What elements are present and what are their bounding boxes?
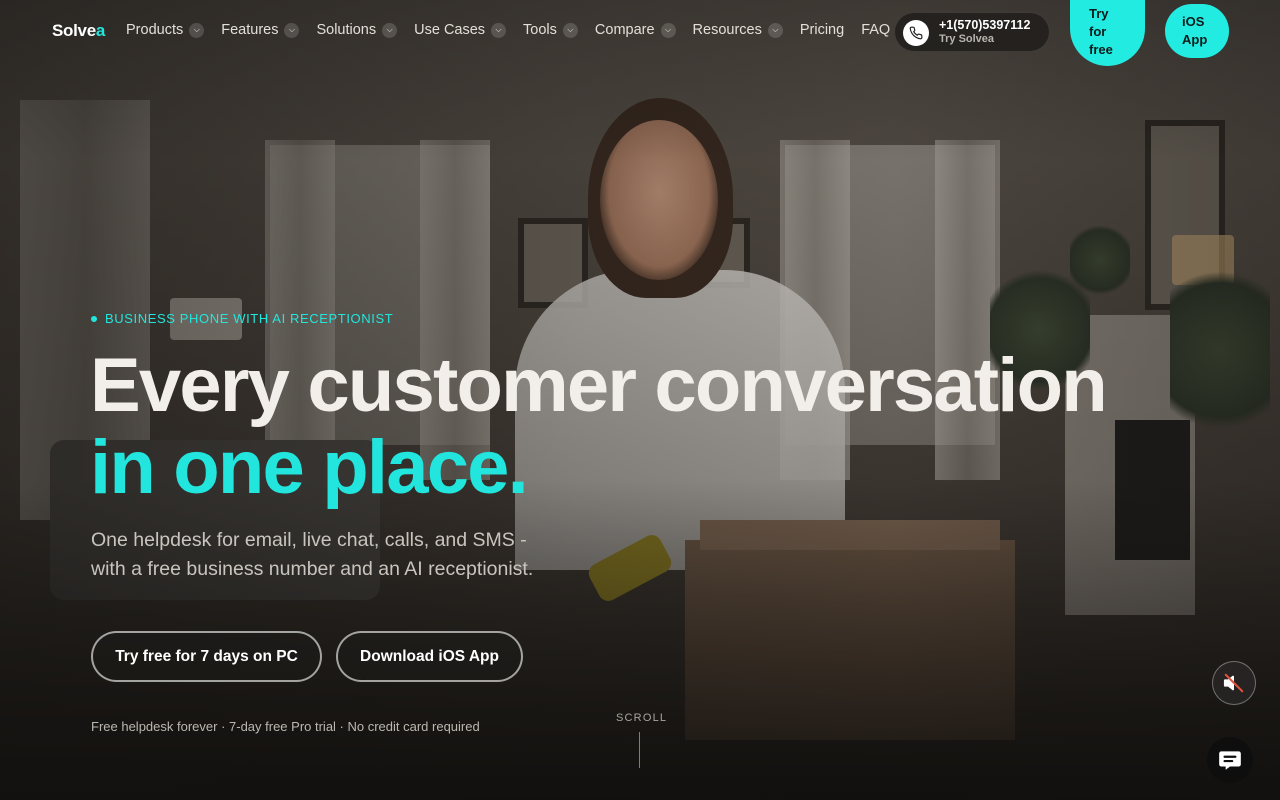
scroll-indicator-line <box>639 732 640 768</box>
try-free-pc-button[interactable]: Try free for 7 days on PC <box>91 631 322 682</box>
phone-number: +1(570)5397112 <box>939 18 1031 32</box>
nav-item-label: Resources <box>692 22 762 38</box>
nav-item-use-cases[interactable]: Use Cases ⌵ <box>414 22 507 38</box>
nav-item-label: Solutions <box>316 22 377 38</box>
nav-item-label: Products <box>126 22 184 38</box>
nav-item-label: Pricing <box>799 22 845 38</box>
nav-item-faq[interactable]: FAQ <box>861 22 890 38</box>
chat-launcher-button[interactable] <box>1207 737 1253 783</box>
speaker-muted-icon <box>1223 673 1244 693</box>
chevron-down-icon: ⌵ <box>660 22 676 38</box>
hero-fineprint: Free helpdesk forever · 7-day free Pro t… <box>91 719 480 734</box>
ios-app-line-1: iOS <box>1182 14 1205 29</box>
nav-item-features[interactable]: Features ⌵ <box>221 22 300 38</box>
ios-app-button[interactable]: iOS App <box>1165 4 1229 58</box>
hero-headline: Every customer conversation <box>90 343 1108 428</box>
nav-item-label: Use Cases <box>414 22 486 38</box>
nav-item-label: Features <box>221 22 279 38</box>
top-navigation: Solvea Products ⌵ Features ⌵ Solutions ⌵… <box>0 0 1280 66</box>
chevron-down-icon: ⌵ <box>382 22 398 38</box>
try-free-line-1: Try <box>1089 6 1109 21</box>
nav-item-label: Tools <box>523 22 557 38</box>
chevron-down-icon: ⌵ <box>562 22 578 38</box>
nav-item-label: Compare <box>594 22 655 38</box>
unmute-video-button[interactable] <box>1212 661 1256 705</box>
hero-eyebrow: BUSINESS PHONE WITH AI RECEPTIONIST <box>91 311 393 326</box>
hero-headline-accent: in one place. <box>90 425 529 510</box>
phone-call-button[interactable]: +1(570)5397112 Try Solvea <box>894 12 1050 52</box>
chevron-down-icon: ⌵ <box>491 22 507 38</box>
chevron-down-icon: ⌵ <box>284 22 300 38</box>
phone-subtitle: Try Solvea <box>939 33 995 45</box>
nav-item-pricing[interactable]: Pricing <box>800 22 844 38</box>
solvea-logo[interactable]: Solvea <box>52 21 105 41</box>
nav-item-resources[interactable]: Resources ⌵ <box>693 22 783 38</box>
nav-item-tools[interactable]: Tools ⌵ <box>523 22 578 38</box>
chevron-down-icon: ⌵ <box>767 22 783 38</box>
logo-accent: a <box>95 21 106 40</box>
nav-item-products[interactable]: Products ⌵ <box>126 22 205 38</box>
download-ios-button[interactable]: Download iOS App <box>336 631 523 682</box>
eyebrow-dot-icon <box>91 315 97 322</box>
ios-app-line-2: App <box>1182 32 1208 47</box>
phone-icon <box>903 20 929 46</box>
logo-text: Solve <box>52 21 96 40</box>
nav-item-solutions[interactable]: Solutions ⌵ <box>316 22 398 38</box>
chevron-down-icon: ⌵ <box>189 22 205 38</box>
nav-item-compare[interactable]: Compare ⌵ <box>595 22 676 38</box>
try-free-line-3: free <box>1089 42 1113 57</box>
chat-bubble-icon <box>1219 751 1241 770</box>
try-free-button[interactable]: Try for free <box>1070 0 1145 66</box>
eyebrow-text: BUSINESS PHONE WITH AI RECEPTIONIST <box>105 311 394 326</box>
try-free-line-2: for <box>1089 24 1107 39</box>
scroll-indicator-label: SCROLL <box>616 712 668 724</box>
main-menu: Products ⌵ Features ⌵ Solutions ⌵ Use Ca… <box>126 22 907 38</box>
nav-item-label: FAQ <box>861 22 891 38</box>
hero-subtitle: One helpdesk for email, live chat, calls… <box>91 529 534 580</box>
